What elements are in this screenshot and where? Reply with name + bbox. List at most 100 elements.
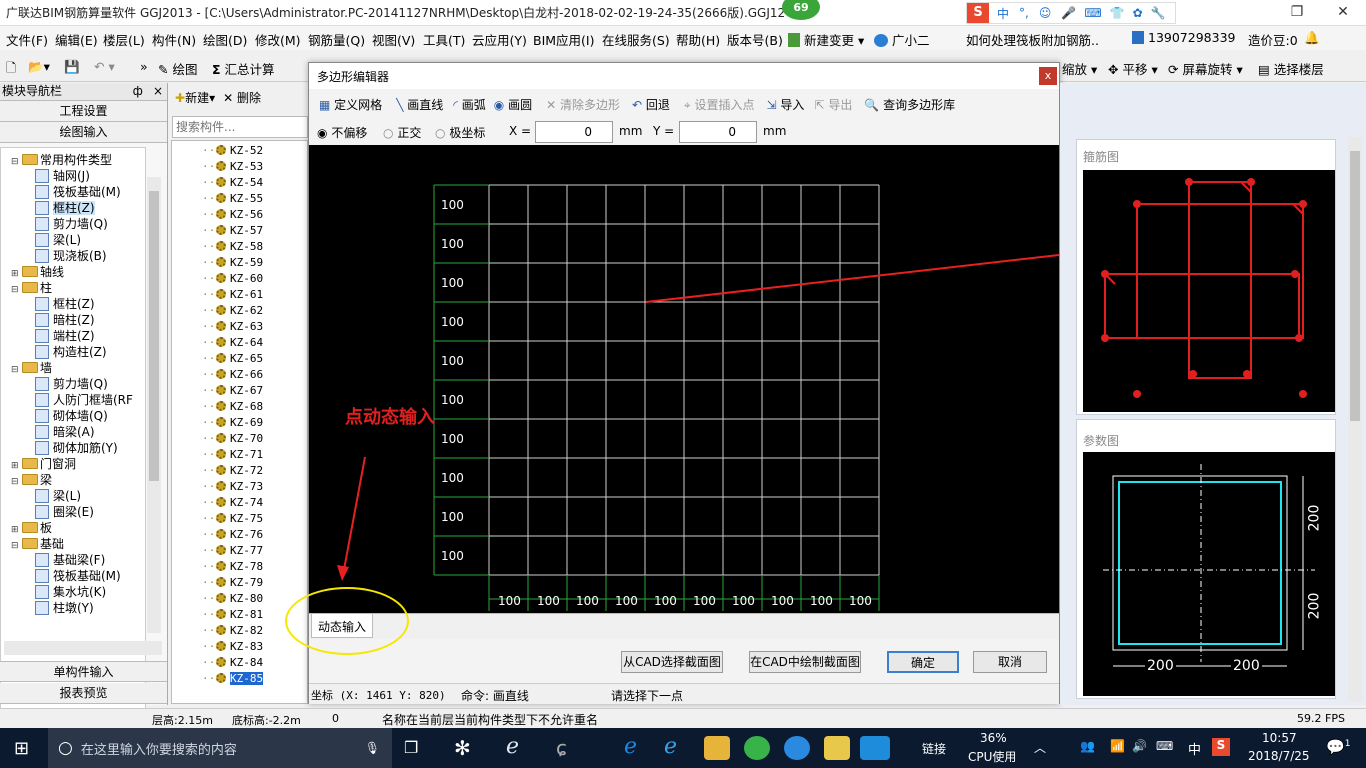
component-list-item[interactable]: ·· KZ-83	[202, 639, 263, 655]
undo-button[interactable]: ↶ 回退	[632, 96, 670, 113]
tree-scrollbar[interactable]	[147, 177, 161, 633]
tree-folder[interactable]: ⊟ 梁	[11, 472, 52, 488]
component-list-item[interactable]: ·· KZ-75	[202, 511, 263, 527]
component-list-item[interactable]: ·· KZ-54	[202, 175, 263, 191]
keyboard-icon[interactable]: ⌨	[1156, 739, 1173, 753]
menu-tools[interactable]: 工具(T)	[423, 30, 465, 49]
clear-polygon-button[interactable]: ✕ 清除多边形	[546, 96, 620, 113]
tree-item[interactable]: 筏板基础(M)	[35, 184, 121, 200]
swirl-app-icon[interactable]: ɕ	[556, 736, 567, 760]
component-list-item[interactable]: ·· KZ-59	[202, 255, 263, 271]
ok-button[interactable]: 确定	[887, 651, 959, 673]
green-app-icon[interactable]	[744, 736, 770, 760]
tree-item[interactable]: 框柱(Z)	[35, 296, 95, 312]
dialog-close-button[interactable]: x	[1039, 67, 1057, 85]
new-component-button[interactable]: ✚新建▾	[175, 89, 215, 106]
component-list-item[interactable]: ·· KZ-67	[202, 383, 263, 399]
right-scrollbar[interactable]	[1348, 137, 1362, 701]
component-list-item[interactable]: ·· KZ-63	[202, 319, 263, 335]
tree-item[interactable]: 暗柱(Z)	[35, 312, 95, 328]
wrench-icon[interactable]: 🔧	[1151, 6, 1166, 20]
ime-indicator[interactable]: 中	[1188, 739, 1201, 758]
mode-no-offset[interactable]: ◉ 不偏移	[317, 124, 367, 141]
x-input[interactable]: 0	[535, 121, 613, 143]
cancel-button[interactable]: 取消	[973, 651, 1047, 673]
rotate-button[interactable]: ⟳ 屏幕旋转 ▾	[1168, 59, 1243, 78]
user-account[interactable]: 13907298339	[1132, 30, 1235, 45]
ime-punct[interactable]: °,	[1019, 6, 1029, 20]
notification-icon[interactable]: 💬1	[1326, 738, 1350, 756]
menu-floor[interactable]: 楼层(L)	[103, 30, 145, 49]
component-list-item[interactable]: ·· KZ-70	[202, 431, 263, 447]
menu-rebar[interactable]: 钢筋量(Q)	[308, 30, 365, 49]
menu-version[interactable]: 版本号(B)	[727, 30, 783, 49]
sogou-icon[interactable]: S	[967, 3, 989, 23]
component-list-item[interactable]: ·· KZ-77	[202, 543, 263, 559]
mode-orthogonal[interactable]: ○ 正交	[383, 124, 421, 141]
component-list-item[interactable]: ·· KZ-61	[202, 287, 263, 303]
mode-polar[interactable]: ○ 极坐标	[435, 124, 485, 141]
tree-item[interactable]: 暗梁(A)	[35, 424, 95, 440]
volume-icon[interactable]: 🔊	[1132, 739, 1147, 753]
define-grid-button[interactable]: ▦ 定义网格	[319, 96, 382, 113]
mic-icon[interactable]: 🎙	[365, 741, 380, 755]
ime-mode[interactable]: 中	[997, 5, 1009, 22]
component-list-item[interactable]: ·· KZ-72	[202, 463, 263, 479]
task-view-icon[interactable]: ❐	[404, 738, 418, 757]
update-badge[interactable]: 69	[782, 0, 820, 20]
menu-help[interactable]: 帮助(H)	[676, 30, 720, 49]
component-list-item[interactable]: ·· KZ-80	[202, 591, 263, 607]
cad-draw-button[interactable]: 在CAD中绘制截面图	[749, 651, 861, 673]
tree-folder[interactable]: ⊞ 板	[11, 520, 52, 536]
collapse-icon[interactable]: ⊟	[11, 474, 20, 490]
tree-item[interactable]: 现浇板(B)	[35, 248, 107, 264]
tree-item[interactable]: 剪力墙(Q)	[35, 216, 108, 232]
tree-item[interactable]: 砌体加筋(Y)	[35, 440, 118, 456]
drawing-canvas[interactable]: 100 100 100 100 100 100 100 100 100 100 100 100 100 1…	[309, 145, 1059, 613]
sogou-tray-icon[interactable]: S	[1212, 738, 1230, 756]
menu-edit[interactable]: 编辑(E)	[55, 30, 98, 49]
collapse-icon[interactable]: ⊟	[11, 282, 20, 298]
mic-icon[interactable]: 🎤	[1061, 6, 1076, 20]
project-settings-button[interactable]: 工程设置	[0, 101, 167, 122]
tree-item[interactable]: 梁(L)	[35, 488, 81, 504]
draw-circle-button[interactable]: ◉ 画圆	[494, 96, 532, 113]
component-list-item[interactable]: ·· KZ-78	[202, 559, 263, 575]
wifi-icon[interactable]: 📶	[1110, 739, 1125, 753]
zoom-button[interactable]: 缩放 ▾	[1062, 59, 1097, 78]
component-list-item[interactable]: ·· KZ-71	[202, 447, 263, 463]
cad-select-button[interactable]: 从CAD选择截面图	[621, 651, 723, 673]
tree-item[interactable]: 剪力墙(Q)	[35, 376, 108, 392]
new-file-icon[interactable]: 🗋	[6, 59, 16, 80]
question-link[interactable]: 如何处理筏板附加钢筋..	[966, 30, 1099, 49]
component-list-item[interactable]: ·· KZ-82	[202, 623, 263, 639]
menu-modify[interactable]: 修改(M)	[255, 30, 301, 49]
component-list-item[interactable]: ·· KZ-56	[202, 207, 263, 223]
polygon-grid[interactable]: 100 100 100 100 100 100 100 100 100 100 100 100 100 1…	[309, 145, 1059, 613]
active-app-icon[interactable]	[860, 736, 890, 760]
tree-item[interactable]: 梁(L)	[35, 232, 81, 248]
tree-item[interactable]: 筏板基础(M)	[35, 568, 121, 584]
report-preview-button[interactable]: 报表预览	[0, 683, 167, 704]
tree-folder[interactable]: ⊞ 门窗洞	[11, 456, 76, 472]
component-list-item[interactable]: ·· KZ-85	[202, 671, 264, 687]
component-list-item[interactable]: ·· KZ-58	[202, 239, 263, 255]
drawing-input-button[interactable]: 绘图输入	[0, 122, 167, 143]
menu-guangxiaoer[interactable]: 广小二	[874, 30, 930, 49]
tree-item[interactable]: 基础梁(F)	[35, 552, 105, 568]
menu-view[interactable]: 视图(V)	[372, 30, 415, 49]
emoji-icon[interactable]: ☺	[1039, 6, 1052, 20]
keyboard-icon[interactable]: ⌨	[1084, 6, 1101, 20]
component-list-item[interactable]: ·· KZ-76	[202, 527, 263, 543]
tree-item[interactable]: 端柱(Z)	[35, 328, 95, 344]
link-label[interactable]: 链接	[922, 740, 946, 757]
y-input[interactable]: 0	[679, 121, 757, 143]
draw-button[interactable]: ✎ 绘图	[158, 59, 197, 78]
flower-icon[interactable]: ✿	[1133, 6, 1143, 20]
component-list-item[interactable]: ·· KZ-84	[202, 655, 263, 671]
windows-start-icon[interactable]: ⊞	[14, 738, 29, 759]
tree-folder[interactable]: ⊟ 墙	[11, 360, 52, 376]
export-button[interactable]: ⇱ 导出	[814, 96, 852, 113]
nav-close-icon[interactable]: ×	[153, 84, 163, 98]
component-list-item[interactable]: ·· KZ-66	[202, 367, 263, 383]
